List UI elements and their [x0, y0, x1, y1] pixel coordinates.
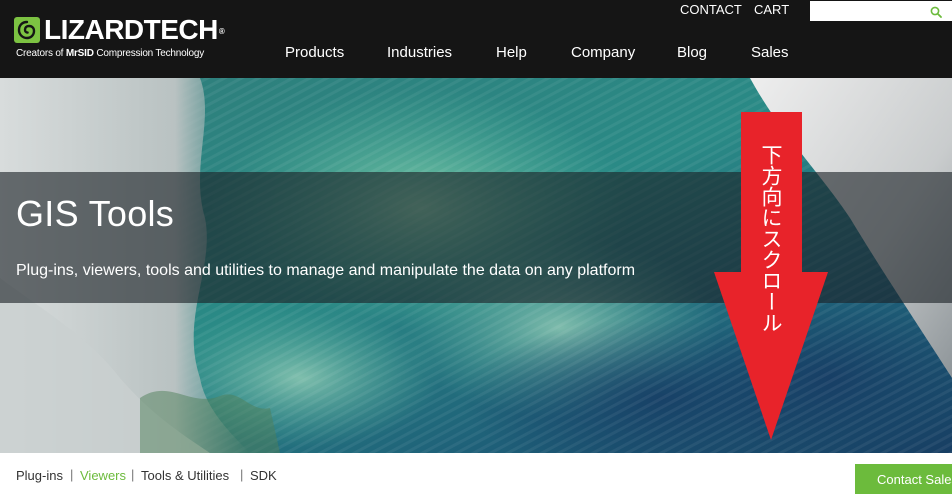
- hero-banner: GIS Tools Plug-ins, viewers, tools and u…: [0, 78, 952, 453]
- nav-blog[interactable]: Blog: [677, 44, 707, 61]
- search-icon[interactable]: [930, 5, 942, 23]
- page-subtitle: Plug-ins, viewers, tools and utilities t…: [16, 262, 636, 279]
- subnav-separator: |: [131, 467, 135, 482]
- contact-link[interactable]: CONTACT: [680, 2, 742, 17]
- nav-company[interactable]: Company: [571, 44, 635, 61]
- scroll-annotation: 下方向にスクロール: [759, 144, 783, 333]
- page-title: GIS Tools: [16, 193, 175, 234]
- lizardtech-logo[interactable]: LIZARDTECH® Creators of MrSID Compressio…: [14, 15, 225, 62]
- subnav-sdk[interactable]: SDK: [250, 468, 277, 483]
- logo-tagline: Creators of MrSID Compression Technology: [16, 48, 205, 59]
- subnav-separator: |: [240, 467, 244, 482]
- subnav-plug-ins[interactable]: Plug-ins: [16, 468, 63, 483]
- lizard-logo-icon: [14, 17, 40, 43]
- subnav-tools-utilities[interactable]: Tools & Utilities: [141, 468, 229, 483]
- logo-wordmark: LIZARDTECH®: [44, 14, 225, 45]
- subnav-separator: |: [70, 467, 74, 482]
- nav-sales[interactable]: Sales: [751, 44, 789, 61]
- cart-link[interactable]: CART: [754, 2, 789, 17]
- nav-help[interactable]: Help: [496, 44, 527, 61]
- subnav-viewers[interactable]: Viewers: [80, 468, 126, 483]
- sub-navigation: Plug-ins | Viewers | Tools & Utilities |…: [0, 453, 952, 494]
- site-header: LIZARDTECH® Creators of MrSID Compressio…: [0, 0, 952, 78]
- contact-sales-button[interactable]: Contact Sales: [855, 464, 952, 494]
- nav-industries[interactable]: Industries: [387, 44, 452, 61]
- nav-products[interactable]: Products: [285, 44, 344, 61]
